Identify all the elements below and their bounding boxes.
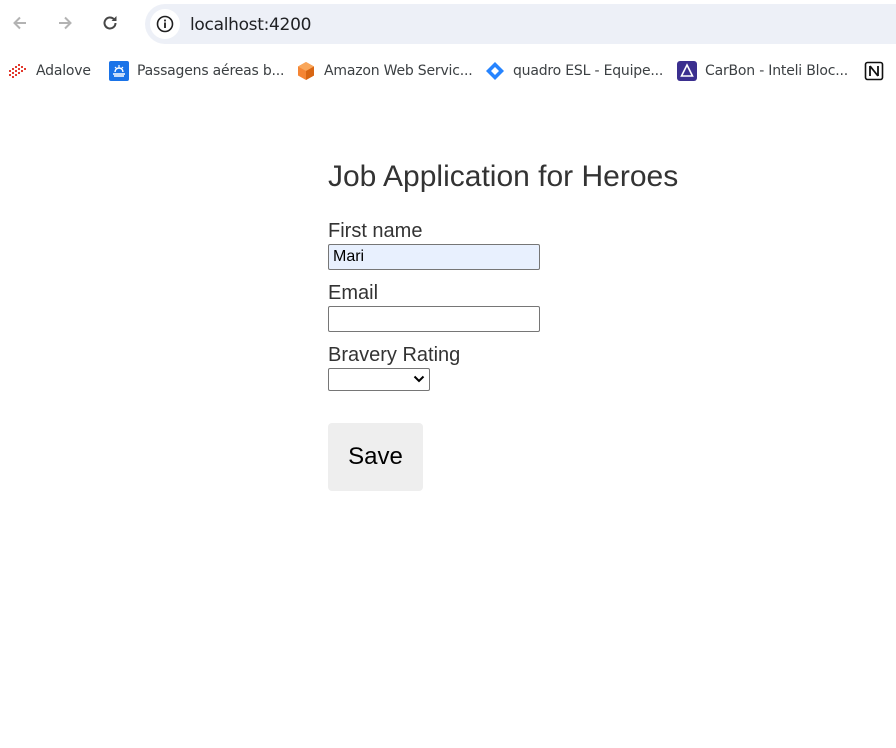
jira-diamond-icon [485, 61, 505, 81]
bookmark-aws[interactable]: Amazon Web Servic... [296, 56, 473, 86]
adalove-icon [8, 61, 28, 81]
save-button[interactable]: Save [328, 423, 423, 491]
bookmark-adalove[interactable]: Adalove [8, 56, 91, 86]
bookmark-label: Passagens aéreas b... [137, 63, 285, 79]
site-info-button[interactable] [150, 9, 180, 39]
back-button[interactable] [6, 9, 34, 37]
arrow-right-icon [59, 16, 72, 30]
first-name-input[interactable] [328, 244, 540, 270]
email-input[interactable] [328, 306, 540, 332]
browser-toolbar: localhost:4200 [0, 0, 896, 50]
aws-cube-icon [296, 61, 316, 81]
bravery-rating-select[interactable] [328, 368, 430, 391]
info-icon [156, 15, 174, 33]
reload-icon [103, 16, 117, 30]
bookmark-label: quadro ESL - Equipe... [513, 63, 664, 79]
bravery-rating-label: Bravery Rating [328, 344, 461, 366]
carbon-triangle-icon [677, 61, 697, 81]
forward-button[interactable] [51, 9, 79, 37]
address-bar[interactable]: localhost:4200 [145, 4, 896, 44]
bookmark-label: CarBon - Inteli Bloc... [705, 63, 848, 79]
arrow-left-icon [13, 16, 26, 30]
bookmark-notion[interactable] [864, 56, 892, 86]
reload-button[interactable] [96, 9, 124, 37]
chevron-down-icon [413, 375, 425, 383]
url-text[interactable]: localhost:4200 [190, 15, 311, 35]
page-title: Job Application for Heroes [328, 160, 679, 193]
bookmark-label: Amazon Web Servic... [324, 63, 473, 79]
bookmark-carbon[interactable]: CarBon - Inteli Bloc... [677, 56, 848, 86]
bookmark-passagens[interactable]: Passagens aéreas b... [109, 56, 284, 86]
bookmark-label: Adalove [36, 63, 91, 79]
first-name-label: First name [328, 220, 423, 242]
notion-icon [864, 61, 884, 81]
flight-icon [109, 61, 129, 81]
email-group: Email [328, 282, 540, 332]
bravery-group: Bravery Rating [328, 344, 460, 391]
first-name-group: First name [328, 220, 540, 270]
bookmark-quadro-esl[interactable]: quadro ESL - Equipe... [485, 56, 663, 86]
hero-form-container: Job Application for Heroes First name Em… [328, 158, 679, 491]
email-label: Email [328, 282, 379, 304]
bookmarks-bar: Adalove Passagens aéreas b... Amazon Web… [0, 56, 896, 86]
